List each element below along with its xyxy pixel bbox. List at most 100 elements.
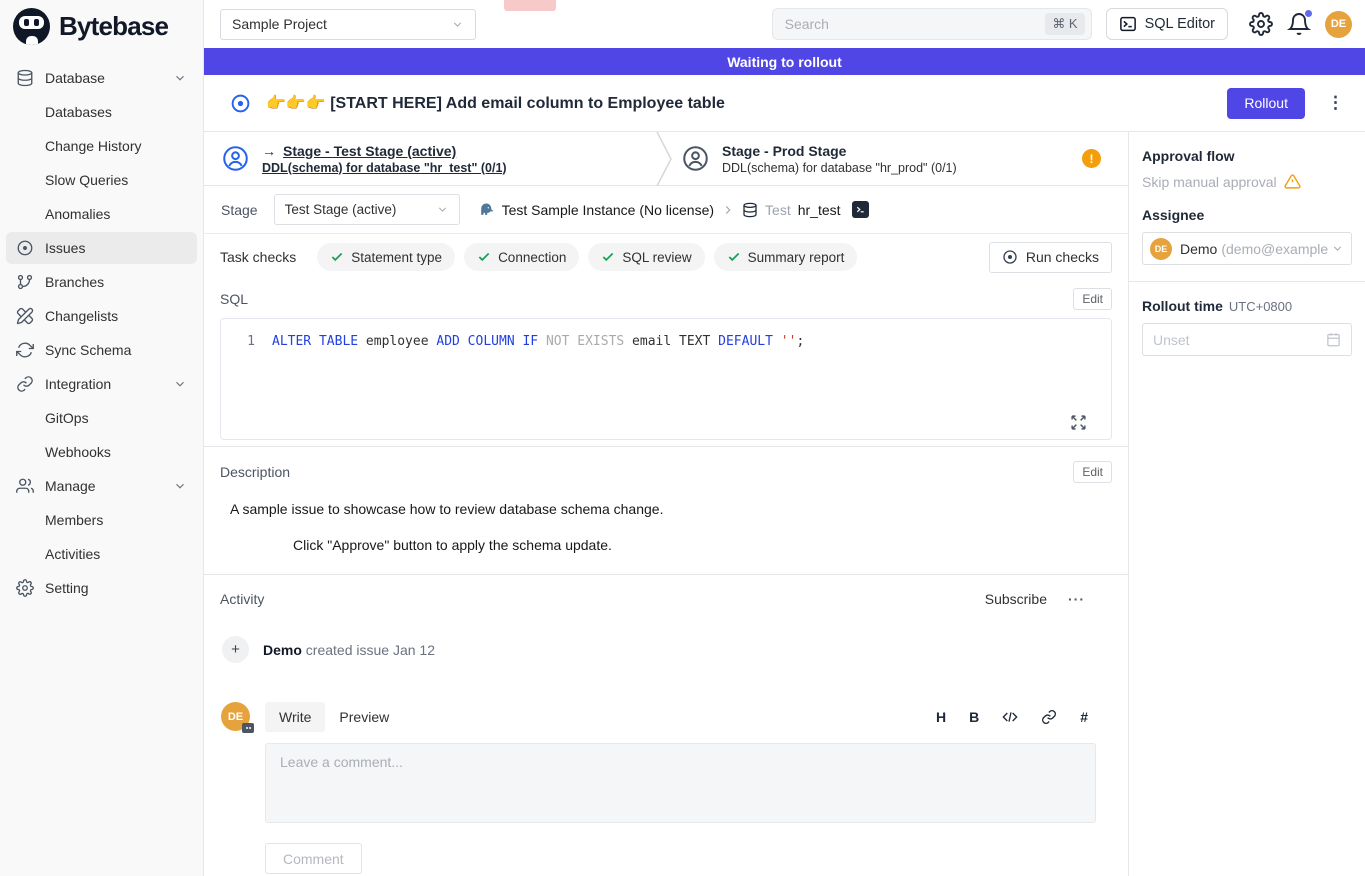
comment-bubble-icon bbox=[242, 723, 254, 733]
assignee-title: Assignee bbox=[1142, 207, 1352, 223]
bytebase-logo[interactable]: Bytebase bbox=[0, 0, 203, 52]
notifications-bell-icon[interactable] bbox=[1287, 12, 1311, 36]
expand-icon[interactable] bbox=[1070, 414, 1087, 431]
comment-button[interactable]: Comment bbox=[265, 843, 362, 874]
sql-edit-button[interactable]: Edit bbox=[1073, 288, 1112, 310]
assignee-name: Demo bbox=[1180, 241, 1217, 257]
sidebar: Bytebase Database Databases Change Histo… bbox=[0, 0, 204, 876]
chevron-right-icon bbox=[721, 203, 735, 217]
artifact-red-mark bbox=[504, 0, 556, 11]
rollout-time-input[interactable]: Unset bbox=[1142, 323, 1352, 356]
stage-cards: → Stage - Test Stage (active) DDL(schema… bbox=[204, 132, 1128, 186]
sidebar-item-label: Database bbox=[45, 70, 173, 86]
check-connection[interactable]: Connection bbox=[464, 243, 579, 271]
database-icon bbox=[742, 202, 758, 218]
stage-title: Stage - Test Stage (active) bbox=[283, 143, 456, 159]
sidebar-item-setting[interactable]: Setting bbox=[6, 572, 197, 604]
sidebar-item-label: Webhooks bbox=[45, 444, 111, 460]
run-checks-button[interactable]: Run checks bbox=[989, 242, 1112, 273]
search-box[interactable]: ⌘ K bbox=[772, 8, 1092, 40]
sidebar-item-issues[interactable]: Issues bbox=[6, 232, 197, 264]
sidebar-item-label: GitOps bbox=[45, 410, 89, 426]
setting-icon bbox=[16, 579, 34, 597]
sidebar-item-gitops[interactable]: GitOps bbox=[6, 402, 197, 434]
warning-badge: ! bbox=[1082, 149, 1101, 168]
terminal-icon bbox=[1119, 15, 1137, 33]
sidebar-item-manage[interactable]: Manage bbox=[6, 470, 197, 502]
sidebar-item-activities[interactable]: Activities bbox=[6, 538, 197, 570]
settings-gear-icon[interactable] bbox=[1249, 12, 1273, 36]
sidebar-item-members[interactable]: Members bbox=[6, 504, 197, 536]
rollout-button[interactable]: Rollout bbox=[1227, 88, 1305, 119]
rollout-time-title: Rollout timeUTC+0800 bbox=[1142, 298, 1352, 314]
ellipsis-menu-icon[interactable]: ··· bbox=[1068, 591, 1085, 607]
tab-preview[interactable]: Preview bbox=[325, 702, 403, 732]
chevron-down-icon bbox=[436, 203, 449, 216]
sql-statement: ALTER TABLE employee ADD COLUMN IF NOT E… bbox=[255, 332, 804, 351]
description-text: Click "Approve" button to apply the sche… bbox=[220, 537, 1112, 553]
plus-icon: + bbox=[222, 636, 249, 663]
status-banner: Waiting to rollout bbox=[204, 48, 1365, 75]
stage-card-prod[interactable]: Stage - Prod Stage DDL(schema) for datab… bbox=[672, 132, 1128, 185]
description-section: Description Edit A sample issue to showc… bbox=[204, 447, 1128, 575]
sidebar-item-branches[interactable]: Branches bbox=[6, 266, 197, 298]
check-icon bbox=[477, 250, 491, 264]
code-icon[interactable] bbox=[1002, 709, 1018, 725]
chevron-down-icon bbox=[451, 18, 464, 31]
subscribe-link[interactable]: Subscribe bbox=[985, 591, 1047, 607]
check-statement-type[interactable]: Statement type bbox=[317, 243, 455, 271]
sidebar-item-changelists[interactable]: Changelists bbox=[6, 300, 197, 332]
database-link[interactable]: Test hr_test bbox=[742, 202, 841, 218]
line-number: 1 bbox=[221, 332, 255, 351]
sidebar-item-database[interactable]: Database bbox=[6, 62, 197, 94]
sidebar-item-webhooks[interactable]: Webhooks bbox=[6, 436, 197, 468]
sql-label: SQL bbox=[220, 291, 248, 307]
chevron-down-icon bbox=[1331, 242, 1344, 255]
stage-select[interactable]: Test Stage (active) bbox=[274, 194, 460, 225]
assignee-select[interactable]: DE Demo (demo@example bbox=[1142, 232, 1352, 265]
activity-title: Activity bbox=[220, 591, 985, 607]
check-icon bbox=[330, 250, 344, 264]
heading-icon[interactable]: H bbox=[936, 709, 946, 725]
stage-card-test[interactable]: → Stage - Test Stage (active) DDL(schema… bbox=[204, 132, 656, 185]
sidebar-item-label: Sync Schema bbox=[45, 342, 187, 358]
issue-status-icon bbox=[230, 93, 251, 114]
search-input[interactable] bbox=[785, 16, 1046, 32]
main-content: → Stage - Test Stage (active) DDL(schema… bbox=[204, 132, 1128, 876]
sidebar-item-label: Change History bbox=[45, 138, 142, 154]
stage-select-value: Test Stage (active) bbox=[285, 202, 436, 217]
comment-composer: DE Write Preview H B bbox=[220, 702, 1112, 874]
sql-editor-button[interactable]: SQL Editor bbox=[1106, 8, 1228, 40]
run-icon bbox=[1002, 249, 1018, 265]
check-summary-report[interactable]: Summary report bbox=[714, 243, 858, 271]
check-sql-review[interactable]: SQL review bbox=[588, 243, 704, 271]
sidebar-item-databases[interactable]: Databases bbox=[6, 96, 197, 128]
project-select[interactable]: Sample Project bbox=[220, 9, 476, 40]
sidebar-item-integration[interactable]: Integration bbox=[6, 368, 197, 400]
sidebar-item-sync-schema[interactable]: Sync Schema bbox=[6, 334, 197, 366]
bold-icon[interactable]: B bbox=[969, 709, 979, 725]
branch-icon bbox=[16, 273, 34, 291]
issue-side-panel: Approval flow Skip manual approval Assig… bbox=[1128, 132, 1365, 876]
user-avatar[interactable]: DE bbox=[1325, 11, 1352, 38]
sidebar-item-label: Branches bbox=[45, 274, 187, 290]
comment-textarea[interactable] bbox=[265, 743, 1096, 823]
link-icon[interactable] bbox=[1041, 709, 1057, 725]
sidebar-item-label: Activities bbox=[45, 546, 100, 562]
task-checks-label: Task checks bbox=[220, 249, 296, 265]
stage-assignee-icon bbox=[682, 145, 709, 172]
sidebar-item-change-history[interactable]: Change History bbox=[6, 130, 197, 162]
tab-write[interactable]: Write bbox=[265, 702, 325, 732]
check-label: Statement type bbox=[351, 250, 442, 265]
check-label: SQL review bbox=[622, 250, 691, 265]
stage-label: Stage bbox=[221, 202, 258, 218]
issue-header: 👉👉👉 [START HERE] Add email column to Emp… bbox=[204, 75, 1365, 132]
instance-link[interactable]: Test Sample Instance (No license) bbox=[478, 201, 714, 218]
open-sql-editor-icon[interactable] bbox=[852, 201, 869, 218]
sidebar-item-slow-queries[interactable]: Slow Queries bbox=[6, 164, 197, 196]
sidebar-item-anomalies[interactable]: Anomalies bbox=[6, 198, 197, 230]
description-edit-button[interactable]: Edit bbox=[1073, 461, 1112, 483]
hash-icon[interactable]: # bbox=[1080, 709, 1088, 725]
notification-dot bbox=[1305, 10, 1312, 17]
more-menu-icon[interactable]: ⋮ bbox=[1327, 93, 1345, 113]
